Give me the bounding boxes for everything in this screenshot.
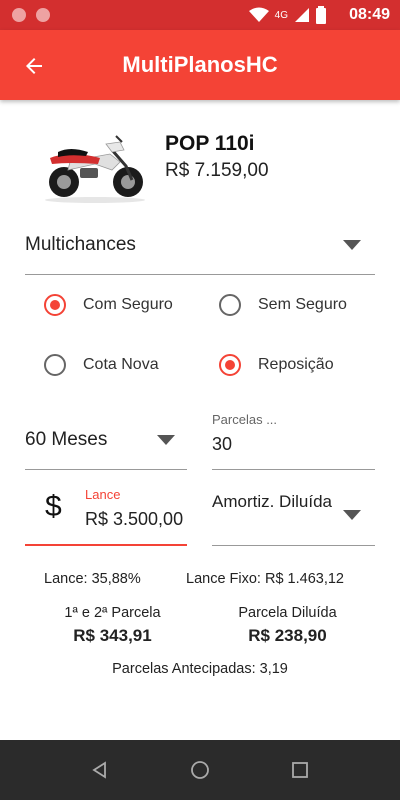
diluted-installment-label: Parcela Diluída (238, 605, 337, 621)
motorcycle-image (45, 135, 145, 203)
product-name: POP 110i (165, 132, 255, 155)
dropdown-arrow-icon (343, 510, 361, 520)
clock: 08:49 (349, 6, 390, 23)
square-recents-icon (292, 762, 308, 778)
radio-cota-nova[interactable]: Cota Nova (44, 354, 159, 376)
wifi-icon (248, 7, 269, 22)
plan-dropdown-value: Multichances (25, 234, 136, 255)
app-bar: MultiPlanosHC (0, 30, 400, 100)
anticipated-installments: Parcelas Antecipadas: 3,19 (112, 661, 288, 677)
radio-label: Sem Seguro (258, 296, 347, 313)
amortization-dropdown[interactable]: Amortiz. Diluída (212, 488, 375, 546)
product-price: R$ 7.159,00 (165, 160, 269, 181)
bid-input-value: R$ 3.500,00 (85, 509, 184, 529)
radio-com-seguro[interactable]: Com Seguro (44, 294, 173, 316)
nav-home-button[interactable] (188, 758, 212, 782)
navigation-bar (0, 740, 400, 800)
radio-unselected-icon (219, 294, 241, 316)
circle-home-icon (191, 761, 209, 779)
network-type: 4G (274, 9, 288, 21)
fixed-bid: Lance Fixo: R$ 1.463,12 (186, 571, 344, 587)
radio-selected-icon (219, 354, 241, 376)
notification-icon (12, 8, 26, 22)
first-second-installment-value: R$ 343,91 (73, 626, 152, 645)
signal-icon (295, 8, 309, 22)
radio-selected-icon (44, 294, 66, 316)
plan-dropdown[interactable]: Multichances (25, 225, 375, 275)
radio-reposicao[interactable]: Reposição (219, 354, 334, 376)
radio-label: Reposição (258, 356, 334, 373)
bid-field[interactable]: $ Lance R$ 3.500,00 (25, 483, 187, 546)
dropdown-arrow-icon (343, 240, 361, 250)
status-bar: 4G 08:49 (0, 0, 400, 30)
nav-back-button[interactable] (88, 758, 112, 782)
radio-sem-seguro[interactable]: Sem Seguro (219, 294, 347, 316)
status-icons: 4G (248, 6, 326, 24)
bid-percent: Lance: 35,88% (44, 571, 141, 587)
radio-label: Cota Nova (83, 356, 159, 373)
installments-value: 30 (212, 434, 233, 454)
dollar-icon: $ (45, 490, 62, 523)
battery-icon (316, 6, 326, 24)
notification-icon (36, 8, 50, 22)
product-header: POP 110i R$ 7.159,00 (40, 124, 370, 204)
diluted-installment-value: R$ 238,90 (248, 626, 327, 645)
first-second-installment-label: 1ª e 2ª Parcela (64, 605, 161, 621)
bid-label: Lance (85, 487, 121, 502)
term-dropdown[interactable]: 60 Meses (25, 418, 187, 470)
app-title: MultiPlanosHC (122, 52, 278, 77)
radio-label: Com Seguro (83, 296, 173, 313)
amortization-dropdown-value: Amortiz. Diluída (212, 492, 332, 511)
dropdown-arrow-icon (157, 435, 175, 445)
nav-recents-button[interactable] (288, 758, 312, 782)
installments-field[interactable]: Parcelas ... 30 (212, 410, 375, 470)
term-dropdown-value: 60 Meses (25, 429, 108, 450)
triangle-back-icon (92, 761, 106, 779)
radio-unselected-icon (44, 354, 66, 376)
installments-label: Parcelas ... (212, 412, 278, 427)
